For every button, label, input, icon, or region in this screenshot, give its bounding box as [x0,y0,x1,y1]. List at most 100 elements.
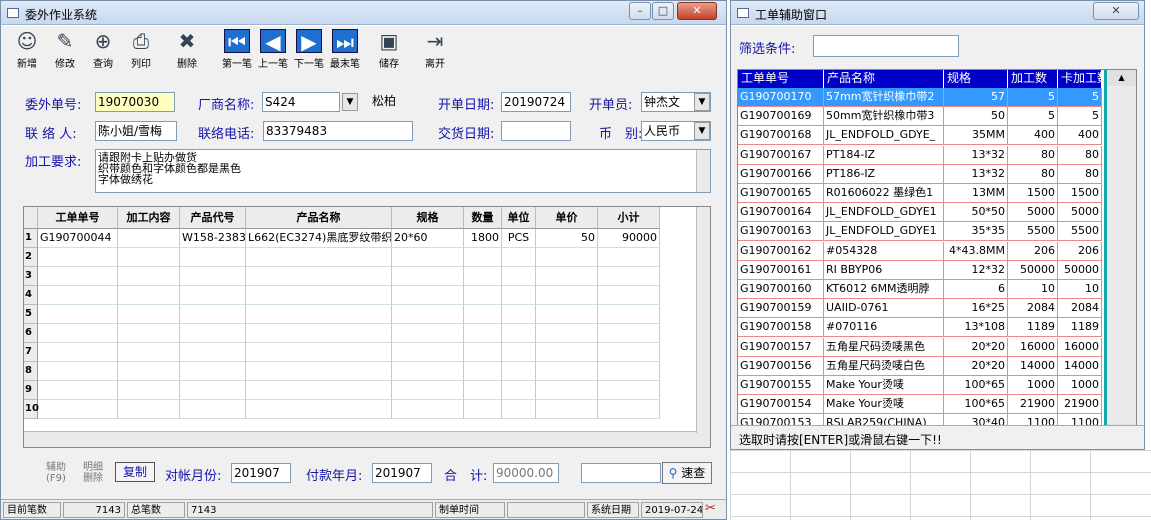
maximize-button[interactable]: □ [652,2,674,20]
toolbar-button-print[interactable]: ⎙ 列印 [123,26,159,74]
helper-titlebar[interactable]: 工单辅助窗口 ✕ [731,1,1144,25]
phone-field[interactable]: 83379483 [263,121,413,141]
grid-cell[interactable] [246,362,392,381]
grid-cell[interactable] [464,324,502,343]
list-vertical-scrollbar[interactable]: ▲▼ [1104,70,1136,440]
grid-cell[interactable] [118,400,180,419]
list-cell[interactable]: G190700156 [738,356,824,376]
grid-header[interactable]: 小计 [598,207,660,229]
grid-cell[interactable] [392,381,464,400]
list-cell[interactable]: G190700169 [738,107,824,127]
grid-cell[interactable] [118,305,180,324]
list-header[interactable]: 工单单号 [738,70,824,88]
list-cell[interactable]: 2084 [1058,299,1102,319]
detail-delete-button[interactable]: 明细删除 [81,462,105,484]
grid-cell[interactable] [118,267,180,286]
grid-cell[interactable] [38,267,118,286]
list-cell[interactable]: 50000 [1058,260,1102,280]
list-cell[interactable]: 13MM [944,184,1008,203]
grid-cell[interactable] [502,267,536,286]
list-cell[interactable]: 206 [1008,241,1058,261]
operator-dropdown-icon[interactable]: ▼ [694,93,710,111]
grid-header[interactable]: 工单单号 [38,207,118,229]
requirement-textarea[interactable]: 请跟附卡上贴办做货 织带颜色和字体颜色都是黑色 字体做绣花 [95,149,711,193]
grid-cell[interactable] [502,381,536,400]
grid-cell[interactable] [392,400,464,419]
list-cell[interactable]: 五角星尺码烫唛黑色 [824,337,944,357]
grid-cell[interactable] [464,286,502,305]
list-cell[interactable]: 16000 [1058,337,1102,357]
list-cell[interactable]: 80 [1008,145,1058,165]
list-cell[interactable]: 6 [944,280,1008,299]
vendor-dropdown-icon[interactable]: ▼ [342,93,358,111]
list-header[interactable]: 加工数 [1008,70,1058,88]
list-cell[interactable]: 35MM [944,126,1008,146]
list-cell[interactable]: 16000 [1008,337,1058,357]
list-cell[interactable]: 20*20 [944,356,1008,376]
grid-cell[interactable] [246,381,392,400]
grid-cell[interactable] [180,248,246,267]
grid-cell[interactable] [464,343,502,362]
grid-cell[interactable] [464,267,502,286]
grid-cell[interactable] [38,343,118,362]
minimize-button[interactable]: – [629,2,651,20]
delivery-field[interactable] [501,121,571,141]
grid-cell[interactable] [392,286,464,305]
list-cell[interactable]: #070116 [824,318,944,338]
toolbar-button-exit[interactable]: ⇥ 离开 [417,26,453,74]
grid-cell[interactable] [246,305,392,324]
list-cell[interactable]: 14000 [1058,356,1102,376]
grid-cell[interactable] [392,267,464,286]
open-date-field[interactable]: 20190724 [501,92,571,112]
grid-cell[interactable] [118,324,180,343]
list-cell[interactable]: JL_ENDFOLD_GDYE1 [824,203,944,223]
grid-cell[interactable] [464,305,502,324]
grid-cell[interactable]: W158-2383 [180,229,246,248]
grid-cell[interactable] [392,343,464,362]
grid-cell[interactable] [38,400,118,419]
list-cell[interactable]: 50000 [1008,260,1058,280]
currency-dropdown-icon[interactable]: ▼ [694,122,710,140]
grid-cell[interactable] [392,305,464,324]
grid-cell[interactable] [598,381,660,400]
grid-header[interactable]: 规格 [392,207,464,229]
grid-cell[interactable] [536,305,598,324]
main-titlebar[interactable]: 委外作业系统 – □ ✕ [1,1,726,25]
grid-cell[interactable] [502,362,536,381]
grid-cell[interactable] [536,267,598,286]
grid-cell[interactable] [502,343,536,362]
list-cell[interactable]: 5500 [1058,222,1102,242]
list-cell[interactable]: 13*32 [944,145,1008,165]
list-cell[interactable]: Make Your烫唛 [824,376,944,395]
list-cell[interactable]: G190700159 [738,299,824,319]
grid-cell[interactable] [118,362,180,381]
list-cell[interactable]: 80 [1058,164,1102,184]
list-header[interactable]: 卡加工数 [1058,70,1102,88]
grid-cell[interactable] [118,248,180,267]
grid-cell[interactable] [118,343,180,362]
grid-cell[interactable] [38,324,118,343]
grid-header[interactable]: 产品名称 [246,207,392,229]
quick-search-input[interactable] [581,463,661,483]
grid-cell[interactable] [246,248,392,267]
list-cell[interactable]: 5000 [1058,203,1102,223]
grid-cell[interactable]: 1800 [464,229,502,248]
close-button[interactable]: ✕ [677,2,717,20]
grid-cell[interactable] [464,381,502,400]
grid-cell[interactable] [392,324,464,343]
list-cell[interactable]: 10 [1008,280,1058,299]
account-month-field[interactable]: 201907 [231,463,291,483]
list-cell[interactable]: G190700161 [738,260,824,280]
grid-cell[interactable] [536,362,598,381]
list-cell[interactable]: RI BBYP06 [824,260,944,280]
grid-horizontal-scrollbar[interactable] [24,431,710,447]
grid-cell[interactable] [180,343,246,362]
list-cell[interactable]: G190700158 [738,318,824,338]
list-cell[interactable]: G190700160 [738,280,824,299]
vendor-code-field[interactable]: S424 [262,92,340,112]
list-cell[interactable]: G190700163 [738,222,824,242]
list-cell[interactable]: G190700168 [738,126,824,146]
list-cell[interactable]: G190700157 [738,337,824,357]
toolbar-button-delete[interactable]: ✖ 删除 [169,26,205,74]
list-cell[interactable]: 5000 [1008,203,1058,223]
